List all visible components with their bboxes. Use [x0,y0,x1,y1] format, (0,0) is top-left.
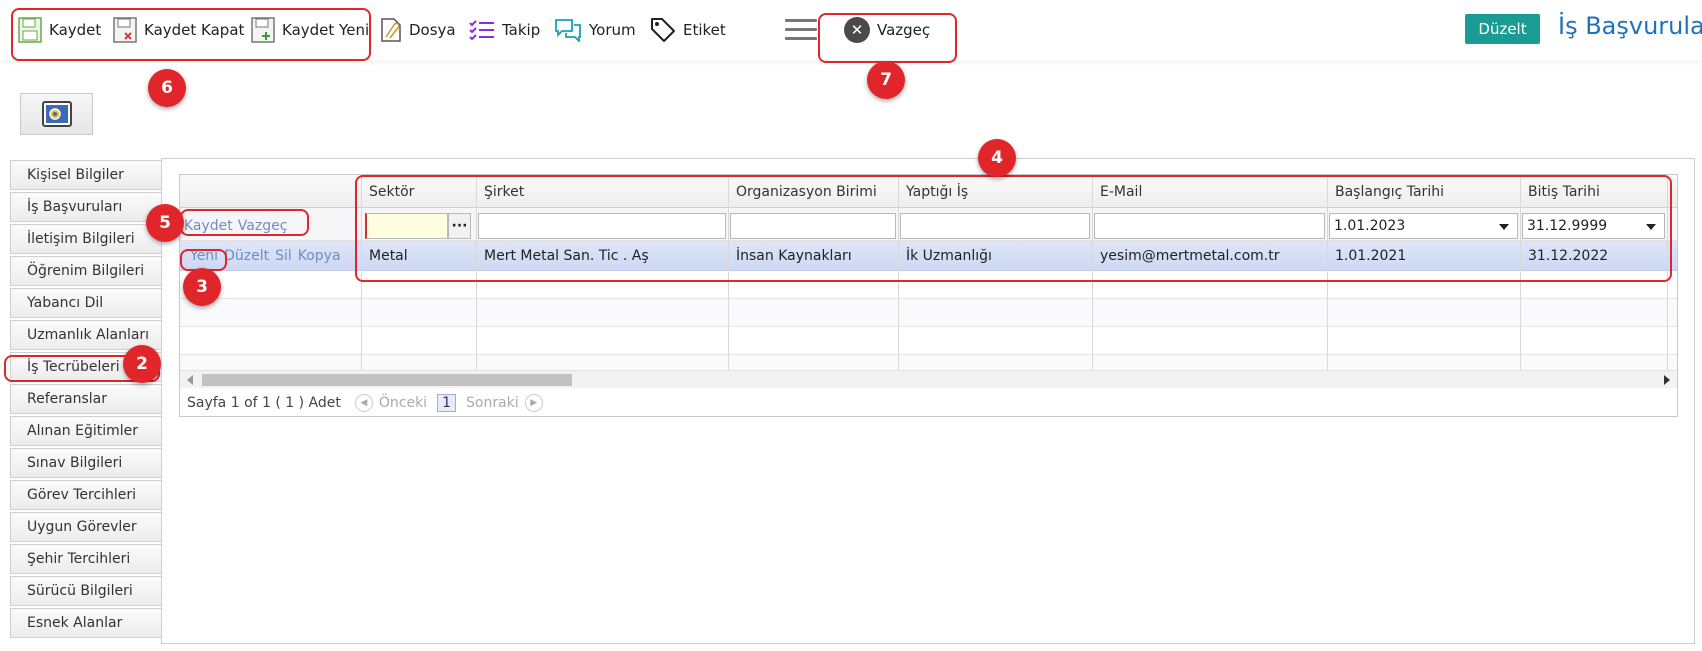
sidebar-item-kisisel[interactable]: Kişisel Bilgiler [10,160,162,190]
sidebar-item-uygun-gorevler[interactable]: Uygun Görevler [10,512,162,542]
sidebar-item-surucu[interactable]: Sürücü Bilgileri [10,576,162,606]
edit-button[interactable]: Düzelt [1465,14,1540,44]
tag-icon [651,18,675,42]
scroll-left-icon[interactable] [187,375,193,385]
empty-row [180,299,1677,327]
scroll-right-icon[interactable] [1664,375,1670,385]
sidebar-item-sinav[interactable]: Sınav Bilgileri [10,448,162,478]
empty-row [180,355,1677,370]
gear-icon [41,101,72,127]
edit-row-link[interactable]: Düzelt [224,248,269,264]
file-label: Dosya [409,21,456,39]
pager-info: Sayfa 1 of 1 ( 1 ) Adet [187,395,341,411]
comment-label: Yorum [589,21,636,39]
sidebar-item-esnek[interactable]: Esnek Alanlar [10,608,162,638]
prev-page-link[interactable]: Önceki [379,395,427,411]
delete-row-link[interactable]: Sil [275,248,292,264]
sidebar-item-gorev-tercihleri[interactable]: Görev Tercihleri [10,480,162,510]
sidebar-item-yabanci-dil[interactable]: Yabancı Dil [10,288,162,318]
follow-button[interactable]: Takip [469,0,540,60]
next-page-icon[interactable]: ▶ [524,394,543,412]
callout-badge-3: 3 [183,268,221,306]
settings-button[interactable] [20,93,93,135]
menu-icon[interactable] [785,19,817,43]
sidebar-item-sehir[interactable]: Şehir Tercihleri [10,544,162,574]
file-icon [381,18,401,42]
sidebar-item-egitimler[interactable]: Alınan Eğitimler [10,416,162,446]
next-page-link[interactable]: Sonraki [466,395,519,411]
sidebar-item-referanslar[interactable]: Referanslar [10,384,162,414]
comment-icon [555,19,581,42]
callout-badge-2: 2 [123,345,161,383]
callout-badge-7: 7 [867,61,905,99]
callout-badge-5: 5 [146,204,184,242]
empty-row [180,327,1677,355]
pager: Sayfa 1 of 1 ( 1 ) Adet ◀ Önceki 1 Sonra… [180,388,1677,416]
callout-box-4 [355,175,1672,282]
follow-label: Takip [502,21,541,39]
sidebar-item-ogrenim[interactable]: Öğrenim Bilgileri [10,256,162,286]
scroll-thumb[interactable] [202,374,572,386]
file-button[interactable]: Dosya [380,0,456,60]
page-title: İş Başvuruları [1558,12,1702,40]
callout-box-6 [11,8,371,61]
tag-label: Etiket [683,21,726,39]
sidebar-item-iletisim[interactable]: İletişim Bilgileri [10,224,162,254]
callout-badge-6: 6 [148,69,186,107]
comment-button[interactable]: Yorum [554,0,636,60]
tag-button[interactable]: Etiket [650,0,726,60]
callout-box-7 [818,13,957,63]
callout-badge-4: 4 [978,139,1016,177]
sidebar-item-is-basvurulari[interactable]: İş Başvuruları [10,192,162,222]
copy-row-link[interactable]: Kopya [298,248,341,264]
checklist-icon [469,20,494,41]
prev-page-icon[interactable]: ◀ [354,394,373,412]
current-page[interactable]: 1 [437,394,456,412]
horizontal-scrollbar[interactable] [180,370,1677,388]
callout-box-5 [180,209,309,236]
